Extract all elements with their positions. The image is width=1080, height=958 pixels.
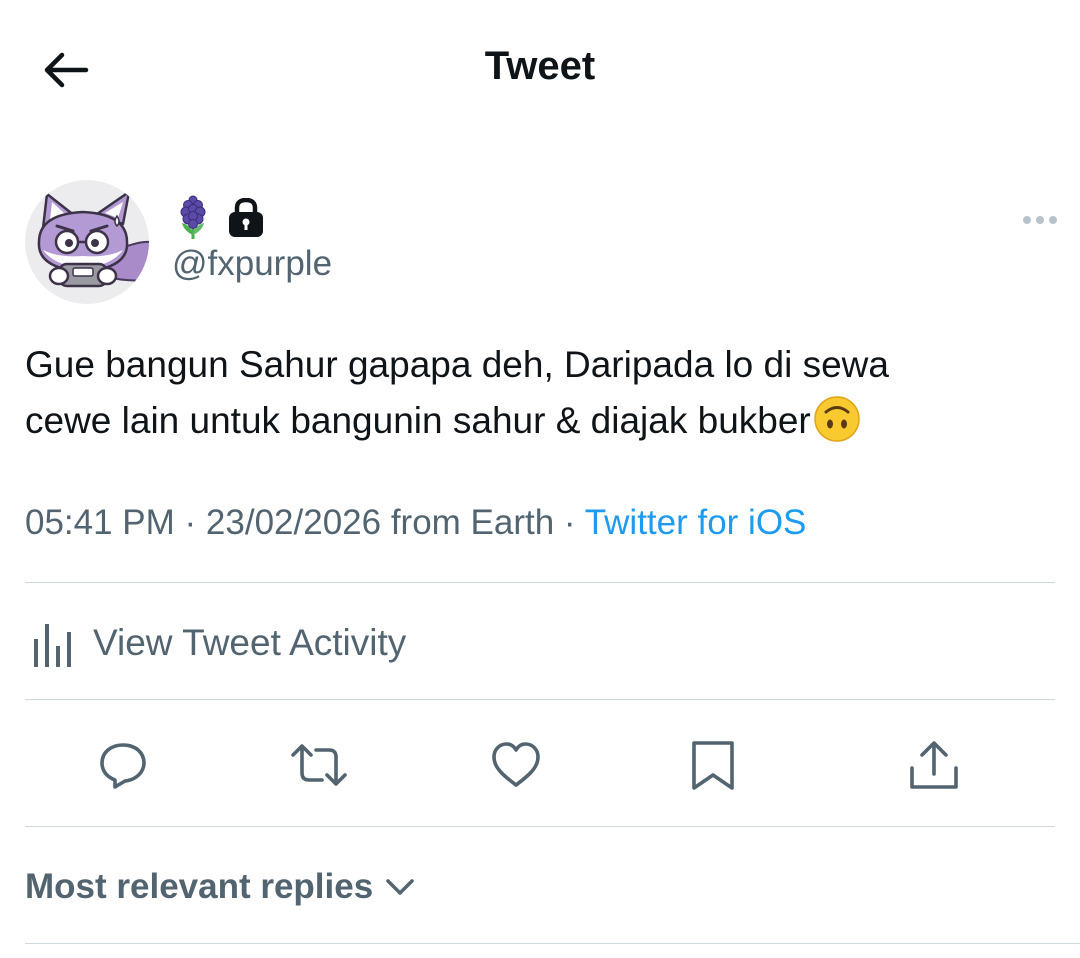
share-button[interactable]	[904, 735, 964, 795]
tweet-text: Gue bangun Sahur gapapa deh, Daripada lo…	[25, 337, 1055, 449]
tweet-line-1: Gue bangun Sahur gapapa deh, Daripada lo…	[25, 344, 889, 385]
separator: ·	[174, 503, 206, 542]
more-dot	[1036, 216, 1044, 224]
tweet-date: 23/02/2026	[205, 503, 382, 542]
top-bar: Tweet	[0, 0, 1080, 138]
display-name[interactable]	[176, 195, 264, 241]
like-icon	[492, 742, 540, 787]
retweet-button[interactable]	[289, 735, 349, 795]
tweet-line-2-text: cewe lain untuk bangunin sahur & diajak …	[25, 400, 811, 441]
separator: ·	[554, 503, 585, 542]
bar-chart-icon	[34, 624, 71, 667]
tweet-metadata: 05:41 PM · 23/02/2026 from Earth · Twitt…	[25, 503, 806, 543]
retweet-icon	[291, 744, 347, 786]
author-handle[interactable]: @fxpurple	[172, 244, 332, 284]
reply-icon	[100, 743, 146, 789]
avatar[interactable]	[25, 180, 149, 304]
chevron-down-icon	[386, 879, 414, 895]
divider	[25, 699, 1055, 700]
view-tweet-activity-button[interactable]: View Tweet Activity	[25, 608, 406, 678]
upside-down-face-emoji	[814, 396, 860, 442]
bookmark-icon	[692, 741, 734, 790]
tweet-source-link[interactable]: Twitter for iOS	[585, 503, 807, 542]
reply-sort-dropdown[interactable]: Most relevant replies	[25, 862, 415, 912]
purple-fox-avatar	[37, 190, 149, 288]
more-dot	[1023, 216, 1031, 224]
page-title: Tweet	[484, 44, 596, 88]
tweet-time: 05:41 PM	[25, 503, 175, 542]
divider	[25, 826, 1055, 827]
divider	[25, 582, 1055, 583]
lock-icon	[229, 198, 263, 237]
divider	[25, 943, 1080, 944]
tweet-line-2: cewe lain untuk bangunin sahur & diajak …	[25, 393, 1055, 449]
reply-button[interactable]	[93, 735, 153, 795]
hyacinth-emoji	[180, 195, 206, 239]
like-button[interactable]	[486, 735, 546, 795]
bookmark-button[interactable]	[683, 735, 743, 795]
more-dot	[1049, 216, 1057, 224]
tweet-location: from Earth	[381, 503, 555, 542]
reply-sort-label: Most relevant replies	[25, 867, 374, 906]
share-icon	[910, 741, 958, 789]
more-options-button[interactable]	[1016, 205, 1064, 235]
activity-label: View Tweet Activity	[93, 622, 407, 663]
